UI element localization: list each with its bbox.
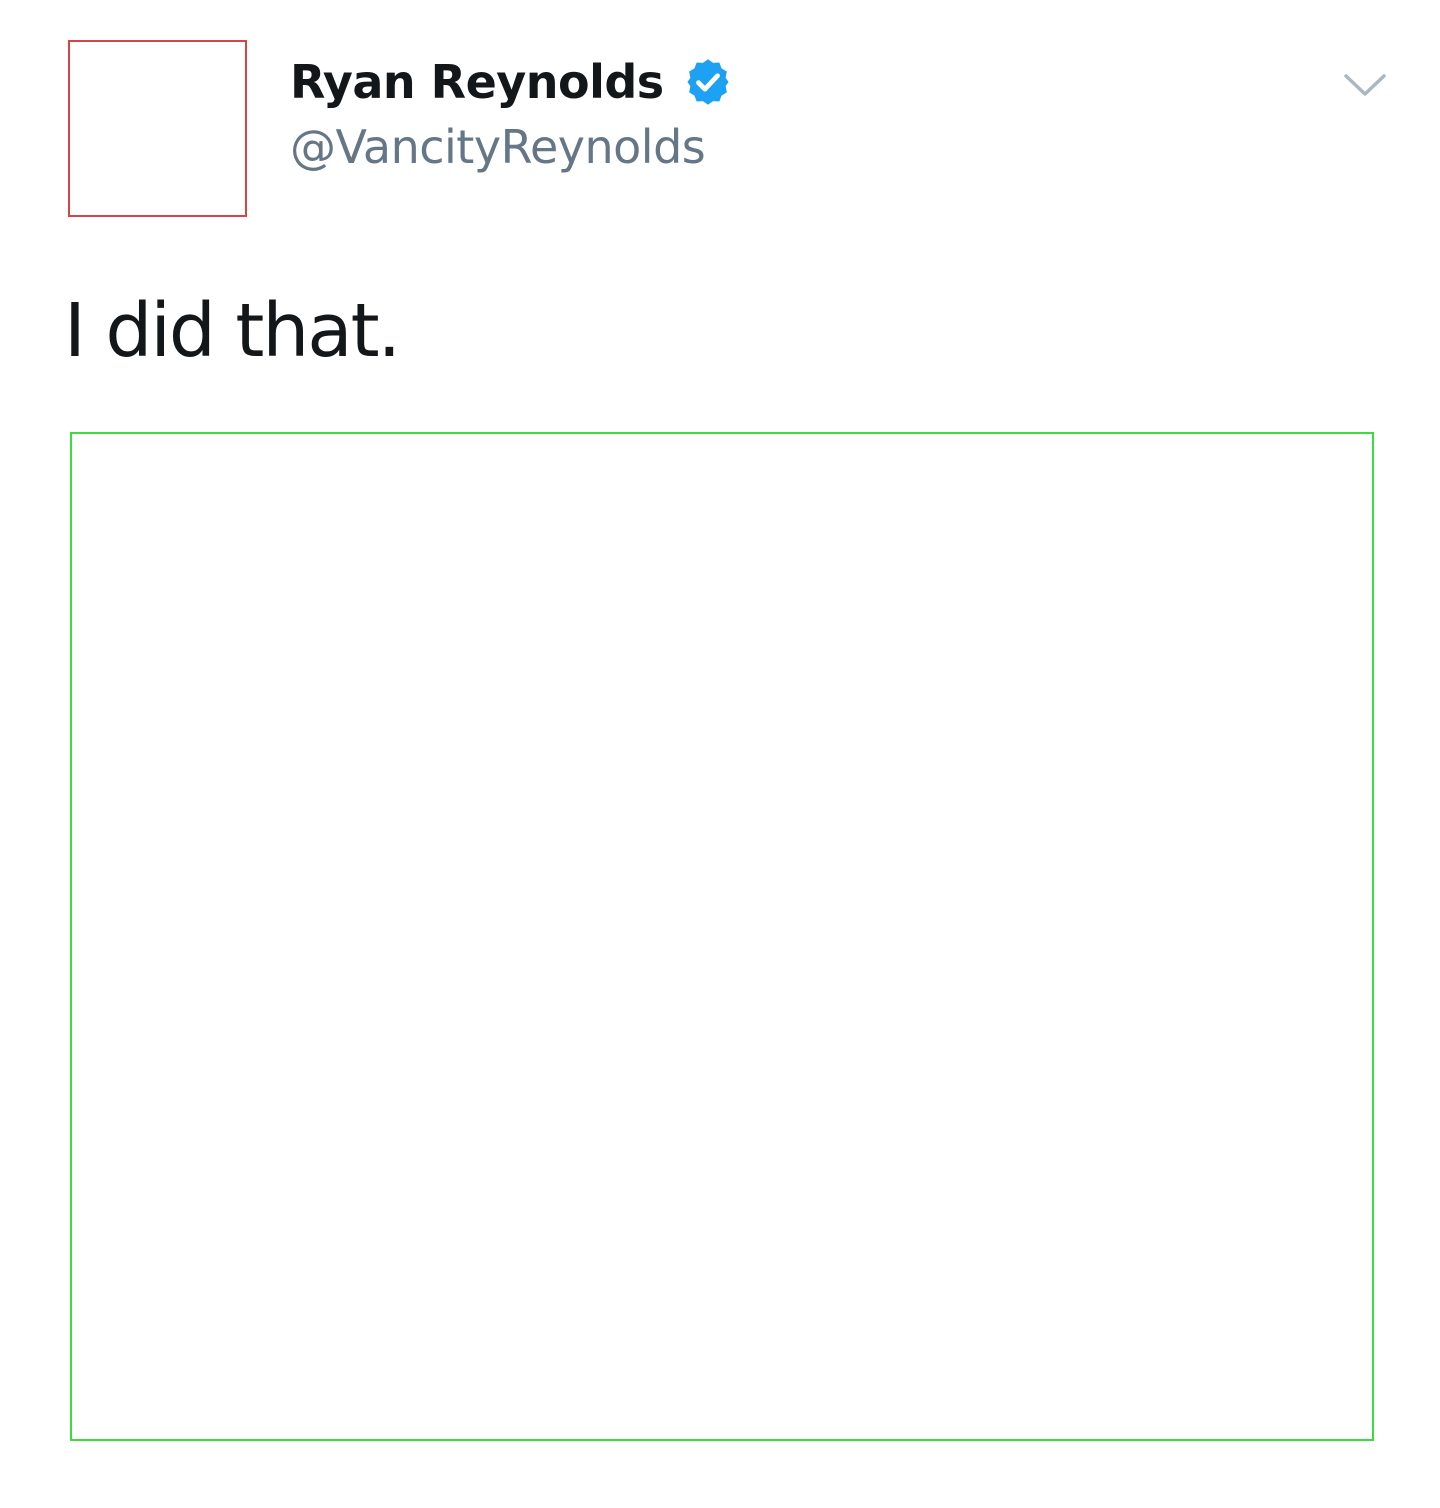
chevron-down-icon[interactable]: [1340, 68, 1390, 102]
tweet-media[interactable]: [70, 432, 1374, 1441]
avatar[interactable]: [68, 40, 247, 217]
user-info: Ryan Reynolds @VancityReynolds: [290, 50, 734, 174]
name-row: Ryan Reynolds: [290, 50, 734, 114]
verified-badge-icon: [682, 56, 734, 108]
tweet-text: I did that.: [64, 288, 401, 374]
display-name[interactable]: Ryan Reynolds: [290, 55, 664, 109]
handle[interactable]: @VancityReynolds: [290, 120, 734, 174]
